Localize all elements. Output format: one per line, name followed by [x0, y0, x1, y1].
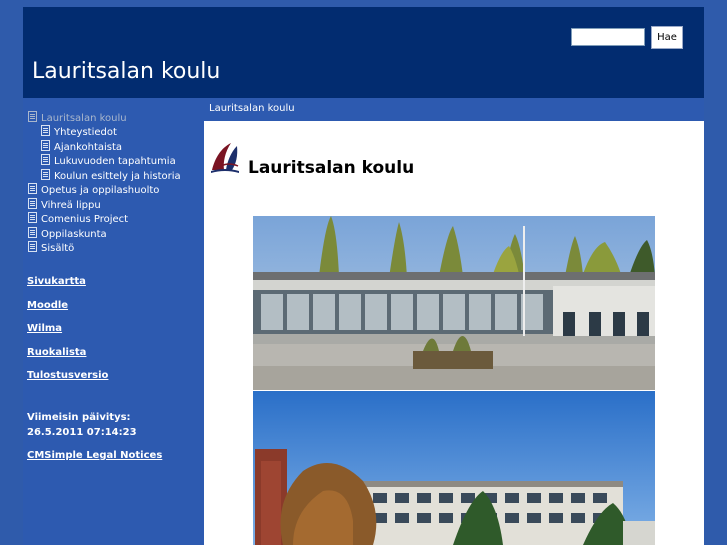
sidebar-item-opetus[interactable]: Opetus ja oppilashuolto	[28, 183, 159, 197]
last-updated-date: 26.5.2011 07:14:23	[27, 427, 137, 438]
legal-notices-link[interactable]: CMSimple Legal Notices	[27, 450, 162, 461]
sidebar-item-lukuvuoden-tapahtumia[interactable]: Lukuvuoden tapahtumia	[41, 154, 176, 168]
sidebar-item-yhteystiedot[interactable]: Yhteystiedot	[41, 125, 117, 139]
sidebar-item-label: Sisältö	[41, 243, 75, 254]
school-photo-courtyard	[253, 216, 655, 390]
main-content: Lauritsalan koulu	[204, 121, 704, 545]
sidebar-item-label: Yhteystiedot	[54, 127, 117, 138]
document-icon	[28, 227, 37, 238]
document-icon	[28, 183, 37, 194]
sidebar: Lauritsalan koulu Yhteystiedot Ajankohta…	[23, 98, 204, 545]
sidebar-item-label: Comenius Project	[41, 214, 129, 225]
sitemap-link[interactable]: Sivukartta	[27, 276, 86, 287]
search-input[interactable]	[571, 28, 645, 46]
sidebar-item-vihrea-lippu[interactable]: Vihreä lippu	[28, 198, 101, 212]
last-updated-label: Viimeisin päivitys:	[27, 412, 131, 423]
school-photo-building	[253, 391, 655, 545]
document-icon	[41, 169, 50, 180]
site-title: Lauritsalan koulu	[32, 59, 221, 84]
sidebar-item-label: Oppilaskunta	[41, 229, 107, 240]
page-heading: Lauritsalan koulu	[248, 158, 415, 178]
document-icon	[28, 111, 37, 122]
sidebar-item-comenius[interactable]: Comenius Project	[28, 212, 128, 226]
sidebar-item-lauritsalan-koulu[interactable]: Lauritsalan koulu	[28, 111, 127, 125]
sidebar-item-ajankohtaista[interactable]: Ajankohtaista	[41, 140, 122, 154]
document-icon	[28, 241, 37, 252]
menu-link[interactable]: Ruokalista	[27, 347, 86, 358]
document-icon	[41, 140, 50, 151]
document-icon	[41, 154, 50, 165]
breadcrumb: Lauritsalan koulu	[209, 103, 295, 114]
document-icon	[41, 125, 50, 136]
sidebar-item-label: Opetus ja oppilashuolto	[41, 185, 160, 196]
moodle-link[interactable]: Moodle	[27, 300, 68, 311]
breadcrumb-bar: Lauritsalan koulu	[204, 98, 704, 121]
sidebar-item-sisalto[interactable]: Sisältö	[28, 241, 74, 255]
sidebar-item-label: Lauritsalan koulu	[41, 113, 127, 124]
site-header: Lauritsalan koulu Hae	[23, 7, 704, 98]
sailboat-logo-icon	[211, 143, 239, 173]
wilma-link[interactable]: Wilma	[27, 323, 62, 334]
search-button[interactable]: Hae	[651, 26, 683, 49]
sidebar-item-label: Lukuvuoden tapahtumia	[54, 156, 176, 167]
print-version-link[interactable]: Tulostusversio	[27, 370, 108, 381]
document-icon	[28, 212, 37, 223]
sidebar-item-label: Vihreä lippu	[41, 200, 101, 211]
sidebar-item-koulun-esittely[interactable]: Koulun esittely ja historia	[41, 169, 181, 183]
sidebar-item-label: Ajankohtaista	[54, 142, 123, 153]
sidebar-item-label: Koulun esittely ja historia	[54, 171, 181, 182]
sidebar-item-oppilaskunta[interactable]: Oppilaskunta	[28, 227, 107, 241]
document-icon	[28, 198, 37, 209]
